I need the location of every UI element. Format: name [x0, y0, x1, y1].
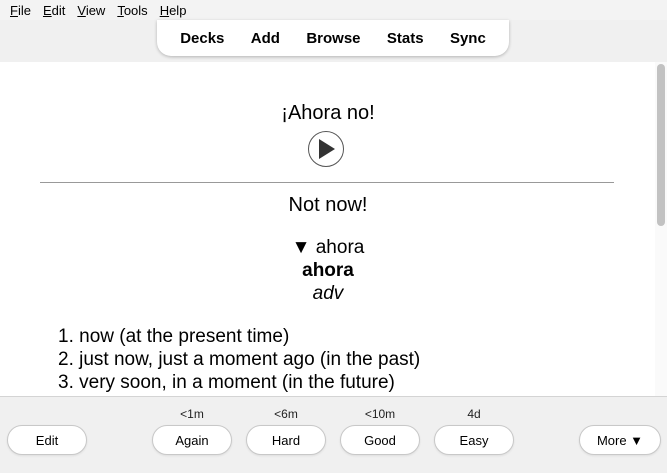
sync-button[interactable]: Sync	[450, 30, 486, 47]
part-of-speech: adv	[312, 283, 344, 304]
add-button[interactable]: Add	[251, 30, 280, 47]
answer-bar: Edit <1m Again <6m Hard <10m Good 4d Eas…	[0, 396, 667, 473]
good-button[interactable]: Good	[340, 425, 420, 455]
definition-item: 2. just now, just a moment ago (in the p…	[58, 349, 421, 370]
play-icon	[319, 139, 335, 159]
again-button[interactable]: Again	[152, 425, 232, 455]
scrollbar-thumb[interactable]	[657, 64, 665, 226]
stats-button[interactable]: Stats	[387, 30, 424, 47]
decks-button[interactable]: Decks	[180, 30, 224, 47]
definition-item: 3. very soon, in a moment (in the future…	[58, 372, 395, 393]
hard-button[interactable]: Hard	[246, 425, 326, 455]
again-due-label: <1m	[180, 407, 204, 421]
browse-button[interactable]: Browse	[306, 30, 360, 47]
easy-button[interactable]: Easy	[434, 425, 514, 455]
card-view: ¡Ahora no! Not now! ▼ ahora ahora adv 1.…	[0, 62, 667, 396]
edit-button[interactable]: Edit	[7, 425, 87, 455]
dictionary-toggle[interactable]: ▼ ahora	[0, 236, 656, 259]
menu-tools[interactable]: Tools	[117, 3, 147, 18]
definition-list: 1. now (at the present time) 2. just now…	[58, 325, 420, 394]
menu-file[interactable]: File	[10, 3, 31, 18]
card-back-text: Not now!	[288, 194, 368, 216]
headword: ahora	[302, 260, 354, 281]
answer-divider	[40, 182, 614, 183]
menu-view[interactable]: View	[77, 3, 105, 18]
menu-bar: File Edit View Tools Help	[0, 0, 667, 20]
hard-due-label: <6m	[274, 407, 298, 421]
easy-due-label: 4d	[467, 407, 481, 421]
dictionary-entry: ▼ ahora ahora adv	[0, 236, 656, 305]
menu-edit[interactable]: Edit	[43, 3, 65, 18]
card-front-text: ¡Ahora no!	[281, 102, 375, 124]
play-audio-button[interactable]	[308, 131, 344, 167]
definition-item: 1. now (at the present time)	[58, 326, 290, 347]
main-toolbar: Decks Add Browse Stats Sync	[157, 20, 509, 56]
card-scrollbar[interactable]	[655, 62, 667, 396]
more-button[interactable]: More ▼	[579, 425, 661, 455]
menu-help[interactable]: Help	[160, 3, 187, 18]
good-due-label: <10m	[364, 407, 396, 421]
